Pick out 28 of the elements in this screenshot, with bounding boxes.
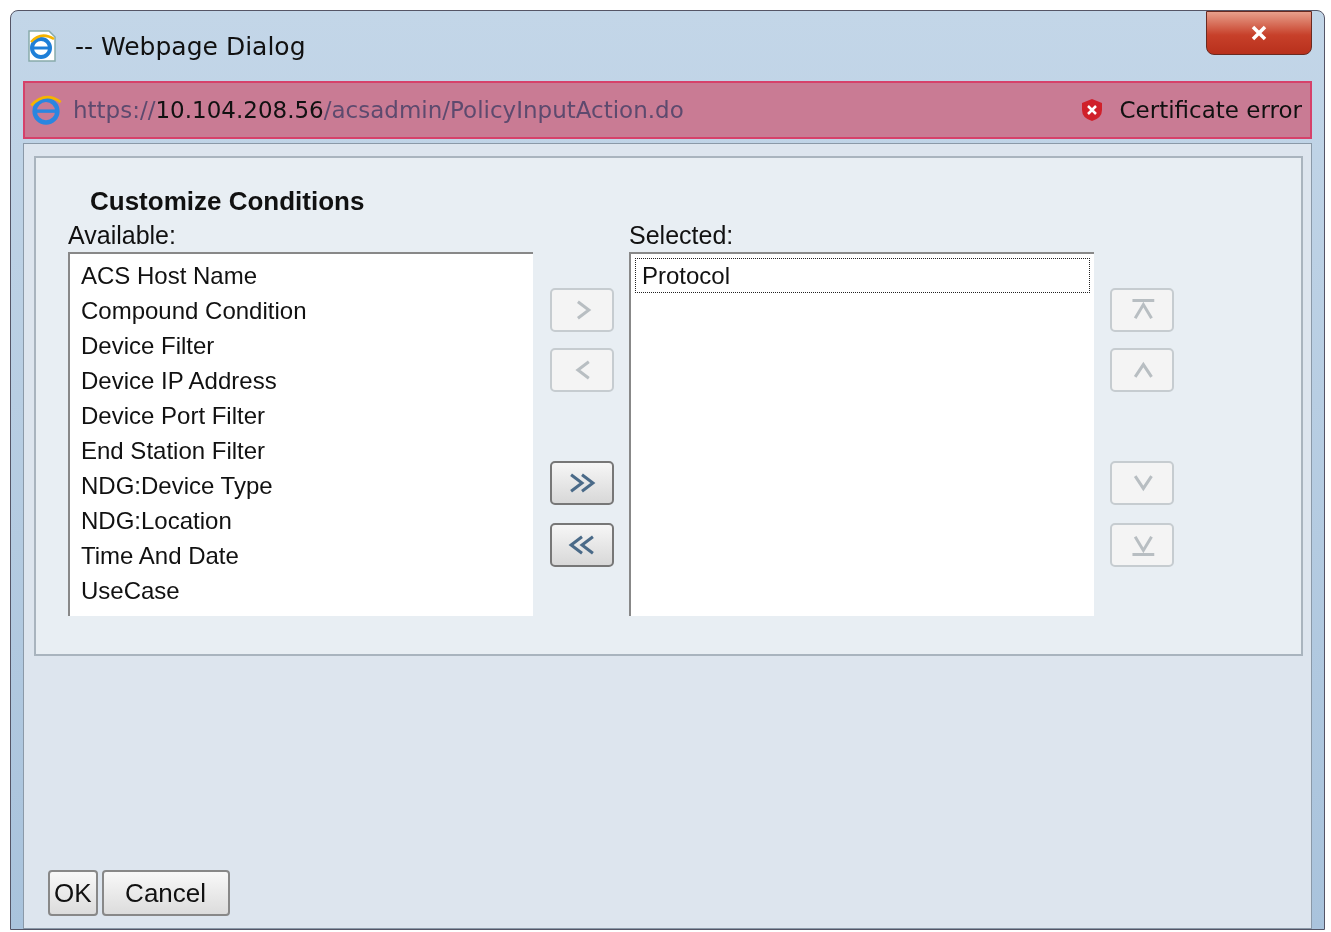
add-all-button[interactable] <box>550 461 614 505</box>
error-shield-icon <box>1079 98 1104 122</box>
list-item[interactable]: Device Port Filter <box>74 398 529 433</box>
list-label: Selected: <box>629 221 735 250</box>
close-icon <box>1249 23 1269 43</box>
list-item[interactable]: ACS Host Name <box>74 258 529 293</box>
list-item[interactable]: NDG:Device Type <box>74 468 529 503</box>
available-list[interactable]: ACS Host Name Compound Condition Device Filter Device IP Address Device Port Filter End Station Filter NDG:Device Type NDG:Location Time And Date UseCase <box>68 252 533 616</box>
document-e-icon <box>27 29 57 63</box>
list-label: Available: <box>68 221 177 250</box>
e-logo-icon <box>29 93 63 127</box>
section-heading: Customize Conditions <box>90 186 366 217</box>
list-item[interactable]: UseCase <box>74 573 529 608</box>
url-text: https://10.104.208.56/acsadmin/PolicyInputAction.do <box>73 97 685 123</box>
remove-all-button[interactable] <box>550 523 614 567</box>
list-item[interactable]: Device IP Address <box>74 363 529 398</box>
window-title: -- Webpage Dialog <box>75 31 307 61</box>
list-item[interactable]: Device Filter <box>74 328 529 363</box>
list-item[interactable]: Protocol <box>635 258 1090 293</box>
close-button[interactable] <box>1206 11 1312 55</box>
cancel-button[interactable]: Cancel <box>101 870 230 916</box>
list-item[interactable]: Time And Date <box>74 538 529 573</box>
ok-button[interactable]: OK <box>48 870 98 916</box>
list-item[interactable]: NDG:Location <box>74 503 529 538</box>
certificate-error-link[interactable]: Certificate error <box>1119 97 1302 123</box>
list-item[interactable]: End Station Filter <box>74 433 529 468</box>
selected-list[interactable]: Protocol <box>629 252 1094 616</box>
list-item[interactable]: Compound Condition <box>74 293 529 328</box>
